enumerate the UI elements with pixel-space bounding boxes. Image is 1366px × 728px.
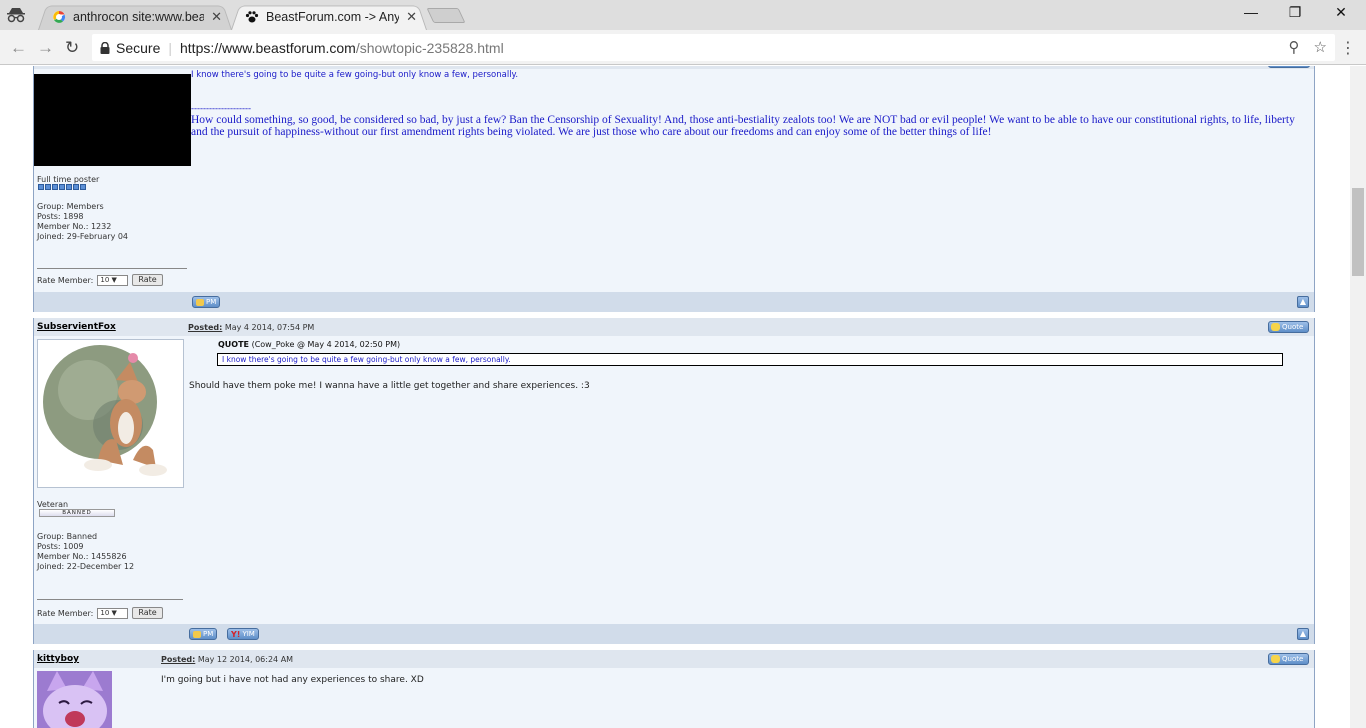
forum-page: I know there's going to be quite a few g… [0,66,1350,728]
zoom-search-icon[interactable]: ⚲ [1289,38,1300,56]
user-posts: Posts: 1009 [37,542,84,551]
signature: How could something, so good, be conside… [191,114,1295,138]
post-body: Should have them poke me! I wanna have a… [189,381,590,391]
pm-button[interactable]: PM [192,296,221,308]
rate-select[interactable]: 10 ▼ [97,607,129,619]
close-tab-icon[interactable]: ✕ [211,9,222,25]
quote-box: I know there's going to be quite a few g… [217,353,1283,366]
tab-strip: anthrocon site:www.beas ✕ BeastForum.com… [0,0,1366,31]
quote-button[interactable]: Quote [1268,653,1309,665]
post-3-header: kittyboy Posted: May 12 2014, 06:24 AM Q… [33,650,1315,668]
post-body: I'm going but i have not had any experie… [161,675,424,685]
rate-member: Rate Member: 10 ▼ Rate [37,607,163,619]
close-window-icon[interactable]: ✕ [1331,4,1351,21]
lock-icon [100,41,110,54]
user-group: Group: Banned [37,532,98,541]
signature-divider: -------------------- [191,103,251,113]
scroll-top-icon[interactable]: ▲ [1297,296,1309,308]
tab-beastforum[interactable]: BeastForum.com -> Any ✕ [231,3,427,31]
rate-button[interactable]: Rate [132,274,163,286]
rate-select[interactable]: 10 ▼ [97,274,129,286]
user-posts: Posts: 1898 [37,212,84,221]
posted-date: Posted: May 12 2014, 06:24 AM [161,655,294,664]
avatar [37,671,112,728]
minimize-icon[interactable]: — [1241,4,1261,20]
scrollbar-thumb[interactable] [1352,188,1364,276]
secure-label: Secure [116,39,161,56]
incognito-icon [7,8,25,23]
bookmark-star-icon[interactable]: ☆ [1314,38,1327,56]
yim-button[interactable]: Y! YIM [227,628,259,640]
post-1: I know there's going to be quite a few g… [33,66,1315,308]
user-member-no: Member No.: 1232 [37,222,112,231]
fox-avatar-image [43,345,167,476]
post-2-footer: PM Y! YIM ▲ [33,624,1315,644]
close-tab-icon[interactable]: ✕ [406,9,417,25]
quote-button[interactable]: Quote [1268,321,1309,333]
page-scrollbar[interactable] [1350,66,1366,728]
quote-button[interactable] [1268,66,1310,68]
security-indicator[interactable]: Secure [92,40,160,56]
avatar [34,74,191,166]
rate-member: Rate Member: 10 ▼ Rate [37,274,163,286]
post-body: I know there's going to be quite a few g… [191,70,519,80]
banned-badge: BANNED [39,509,115,517]
posted-date: Posted: May 4 2014, 07:54 PM [188,323,315,332]
cat-avatar-image [37,671,112,728]
user-group: Group: Members [37,202,104,211]
tab-title: BeastForum.com -> Any [266,9,400,24]
scroll-top-icon[interactable]: ▲ [1297,628,1309,640]
post-2-header: SubservientFox Posted: May 4 2014, 07:54… [33,318,1315,336]
tab-title: anthrocon site:www.beas [73,9,205,24]
tab-anthrocon-search[interactable]: anthrocon site:www.beas ✕ [38,3,232,31]
url-domain: https://www.beastforum.com [180,39,356,56]
forward-icon[interactable]: → [37,38,54,58]
new-tab-button[interactable] [426,8,466,23]
pm-button[interactable]: PM [189,628,218,640]
browser-toolbar: ← → ↻ Secure | https://www.beastforum.co… [0,30,1366,65]
google-icon [53,10,66,23]
avatar [37,339,184,488]
address-bar[interactable]: Secure | https://www.beastforum.com/show… [92,34,1335,61]
paw-icon [245,10,259,22]
reload-icon[interactable]: ↻ [65,38,79,58]
user-joined: Joined: 29-February 04 [37,232,129,241]
url-path: /showtopic-235828.html [355,39,504,56]
rank-pips [38,184,86,190]
post-1-footer: PM ▲ [33,292,1315,312]
quote-header: QUOTE (Cow_Poke @ May 4 2014, 02:50 PM) [218,340,401,349]
username[interactable]: SubservientFox [37,322,116,332]
user-member-no: Member No.: 1455826 [37,552,127,561]
restore-icon[interactable]: ❐ [1285,4,1305,21]
post-3: I'm going but i have not had any experie… [33,668,1315,728]
user-joined: Joined: 22-December 12 [37,562,135,571]
back-icon[interactable]: ← [10,38,27,58]
rate-button[interactable]: Rate [132,607,163,619]
browser-menu-icon[interactable]: ⋮ [1340,38,1356,58]
post-2: QUOTE (Cow_Poke @ May 4 2014, 02:50 PM) … [33,336,1315,624]
username[interactable]: kittyboy [37,654,79,664]
